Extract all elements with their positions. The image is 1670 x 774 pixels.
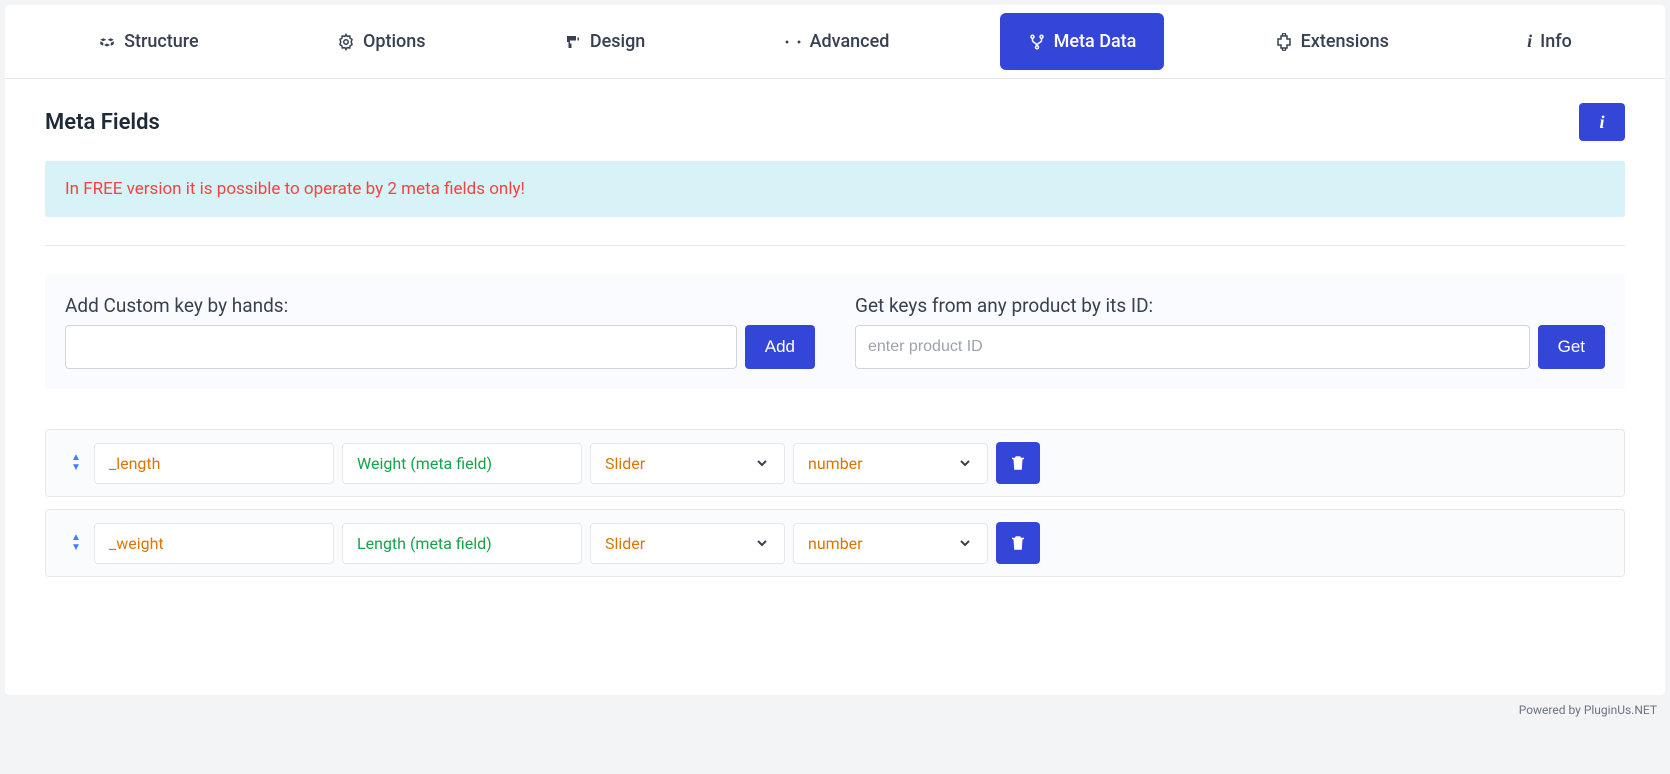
meta-fields-list: ▲ ▼ _length Weight (meta field) Slider n… [45, 429, 1625, 577]
tab-label: Structure [124, 31, 199, 52]
sort-down-icon: ▼ [71, 463, 81, 473]
info-button[interactable]: i [1579, 103, 1625, 141]
tab-label: Options [363, 31, 426, 52]
add-button[interactable]: Add [745, 325, 815, 369]
field-title-input[interactable]: Length (meta field) [342, 523, 582, 564]
divider [45, 245, 1625, 246]
paint-icon [564, 33, 582, 51]
field-widget-select[interactable]: Slider [590, 443, 785, 484]
tab-info[interactable]: i Info [1499, 13, 1600, 70]
custom-key-label: Add Custom key by hands: [65, 294, 815, 317]
sort-down-icon: ▼ [71, 543, 81, 553]
page-title: Meta Fields [45, 110, 160, 135]
tabs-bar: Structure Options Design Advanced Meta D… [5, 5, 1665, 79]
tab-extensions[interactable]: Extensions [1247, 13, 1417, 70]
field-type-select[interactable]: number [793, 443, 988, 484]
drag-handle[interactable]: ▲ ▼ [66, 533, 86, 553]
field-title-input[interactable]: Weight (meta field) [342, 443, 582, 484]
chevron-down-icon [754, 535, 770, 551]
tab-structure[interactable]: Structure [70, 13, 227, 70]
gear-icon [337, 33, 355, 51]
product-id-input[interactable] [855, 325, 1530, 369]
tab-label: Meta Data [1054, 31, 1137, 52]
notice-banner: In FREE version it is possible to operat… [45, 161, 1625, 217]
tab-options[interactable]: Options [309, 13, 454, 70]
chevron-down-icon [754, 455, 770, 471]
puzzle-icon [1275, 33, 1293, 51]
tab-design[interactable]: Design [536, 13, 673, 70]
tab-label: Extensions [1301, 31, 1389, 52]
steam-icon [784, 33, 802, 51]
cubes-icon [98, 33, 116, 51]
chevron-down-icon [957, 535, 973, 551]
footer-credit[interactable]: Powered by PluginUs.NET [1519, 703, 1657, 717]
field-key-input[interactable]: _length [94, 443, 334, 484]
delete-button[interactable] [996, 442, 1040, 484]
select-value: Slider [605, 534, 645, 553]
field-type-select[interactable]: number [793, 523, 988, 564]
tab-label: Advanced [810, 31, 890, 52]
select-value: number [808, 534, 863, 553]
field-key-input[interactable]: _weight [94, 523, 334, 564]
field-widget-select[interactable]: Slider [590, 523, 785, 564]
tab-advanced[interactable]: Advanced [756, 13, 918, 70]
custom-key-input[interactable] [65, 325, 737, 369]
trash-icon [1009, 454, 1027, 472]
drag-handle[interactable]: ▲ ▼ [66, 453, 86, 473]
delete-button[interactable] [996, 522, 1040, 564]
trash-icon [1009, 534, 1027, 552]
get-keys-label: Get keys from any product by its ID: [855, 294, 1605, 317]
get-button[interactable]: Get [1538, 325, 1605, 369]
tab-meta-data[interactable]: Meta Data [1000, 13, 1165, 70]
chevron-down-icon [957, 455, 973, 471]
add-keys-panel: Add Custom key by hands: Add Get keys fr… [45, 274, 1625, 389]
tab-label: Design [590, 31, 645, 52]
info-icon: i [1527, 31, 1532, 52]
tab-label: Info [1540, 31, 1572, 52]
meta-field-row: ▲ ▼ _weight Length (meta field) Slider n… [45, 509, 1625, 577]
info-icon: i [1599, 112, 1604, 133]
branch-icon [1028, 33, 1046, 51]
meta-field-row: ▲ ▼ _length Weight (meta field) Slider n… [45, 429, 1625, 497]
select-value: number [808, 454, 863, 473]
select-value: Slider [605, 454, 645, 473]
